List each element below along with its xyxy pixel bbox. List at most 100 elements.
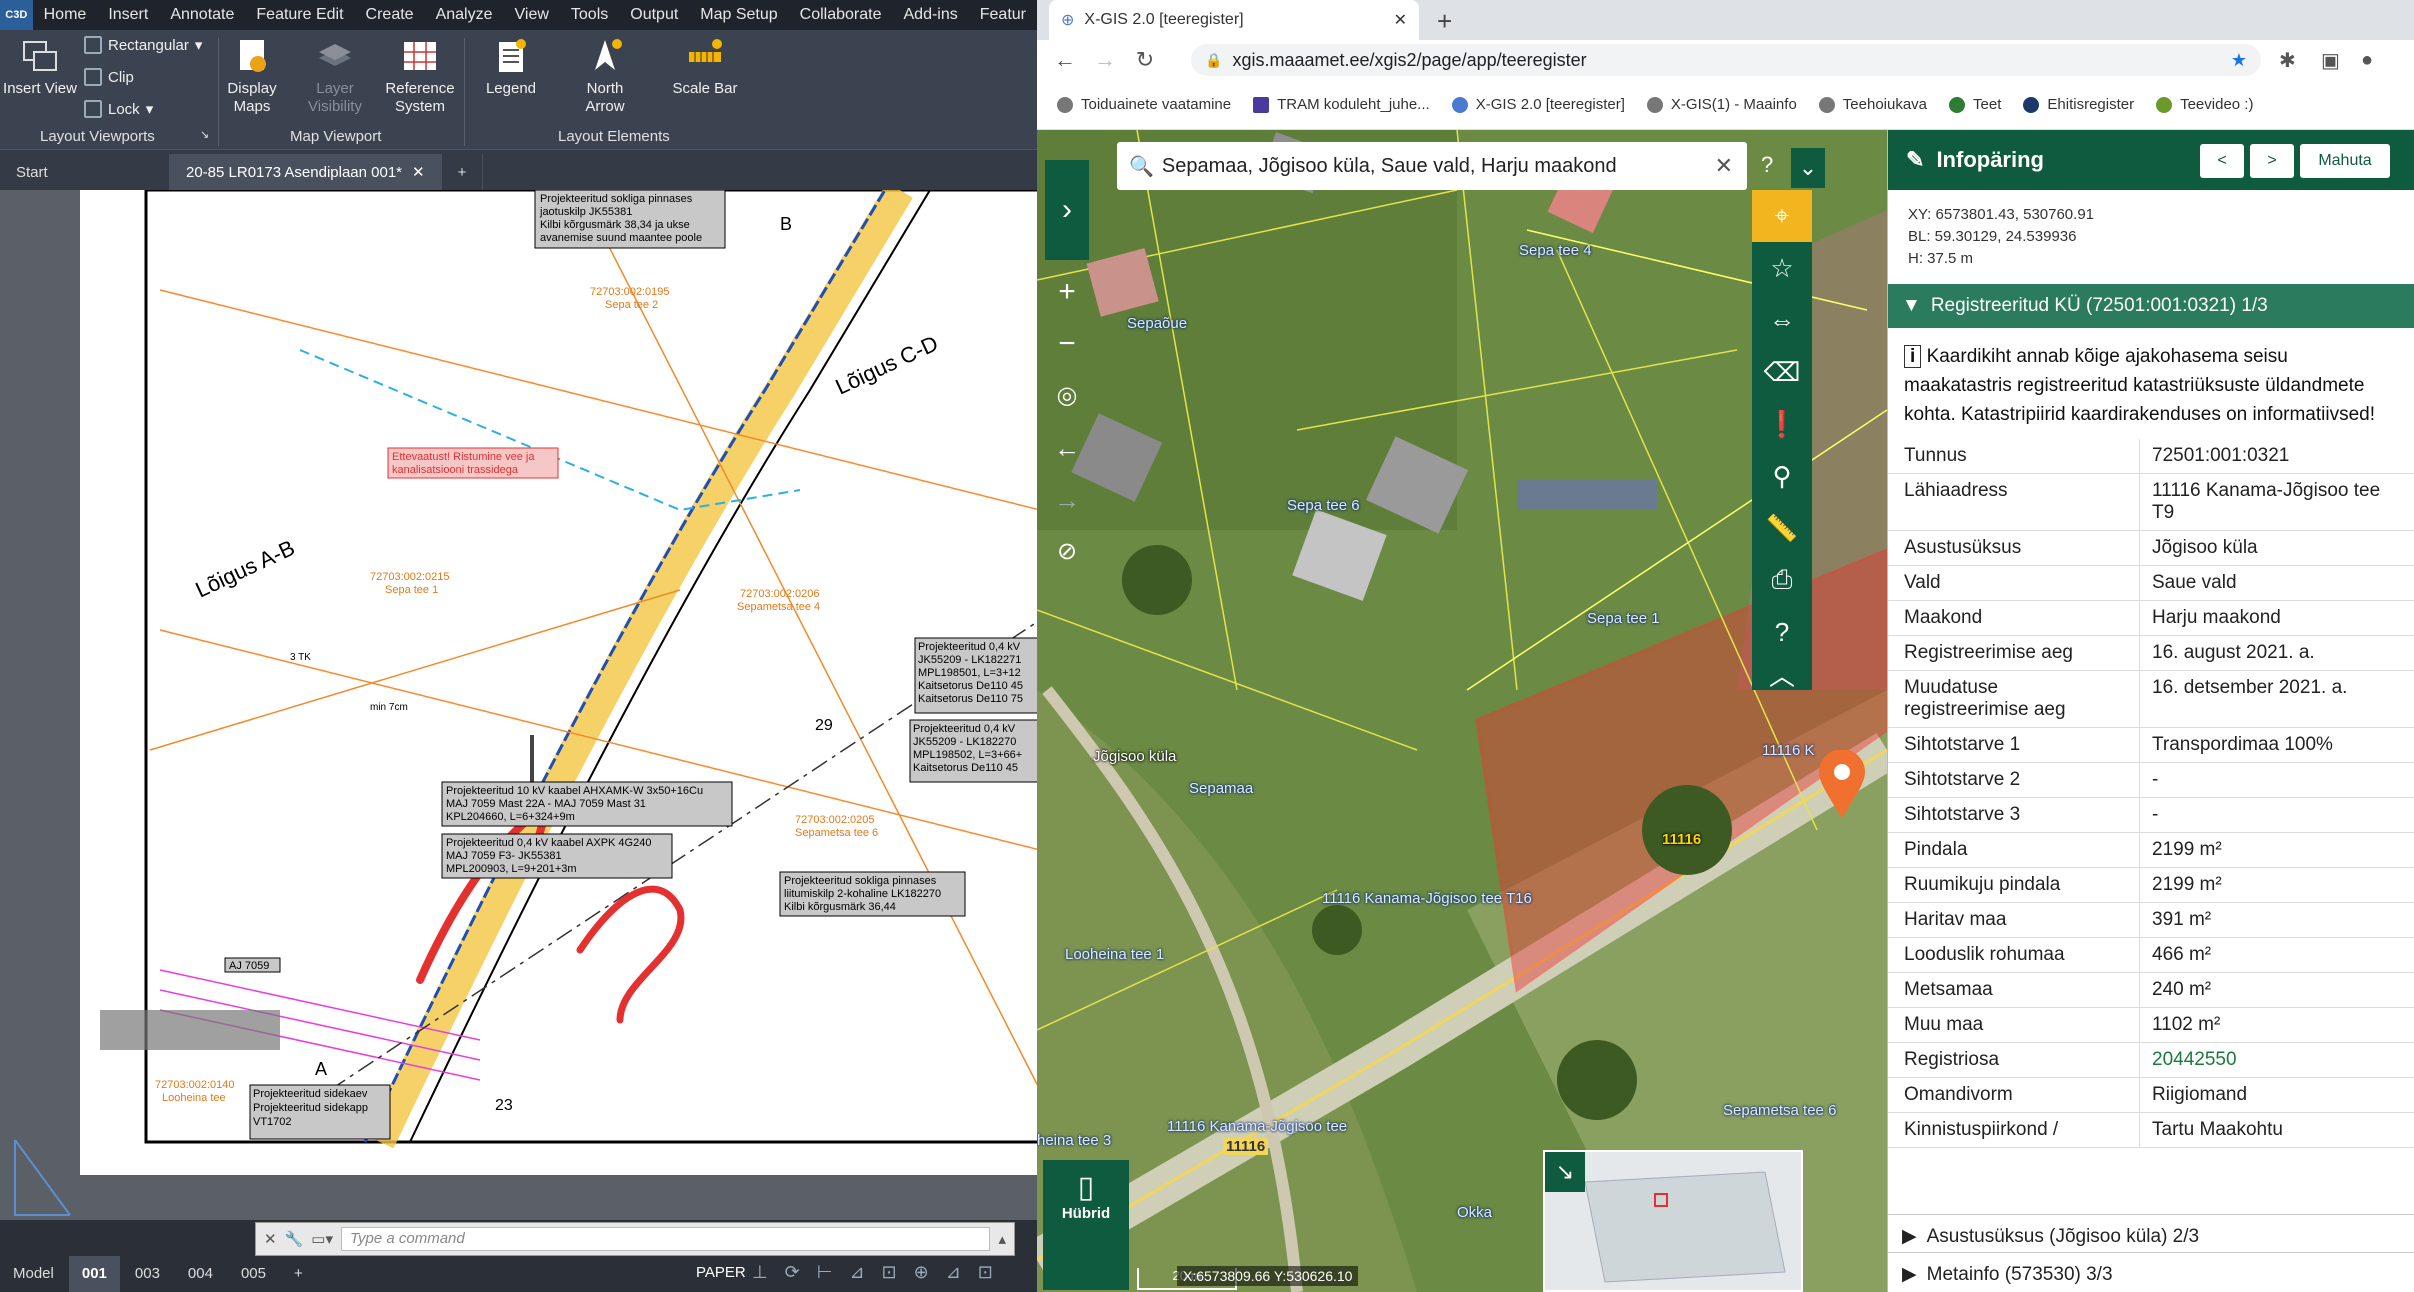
compass-icon[interactable]: ⊘ xyxy=(1045,530,1089,574)
map-marker-icon[interactable] xyxy=(1817,750,1867,820)
section-metainfo[interactable]: ▶ Metainfo (573530) 3/3 xyxy=(1888,1252,2414,1292)
wrench-icon[interactable]: 🔧 xyxy=(285,1230,304,1248)
locate-icon[interactable]: ◎ xyxy=(1045,374,1089,418)
insert-view-button[interactable]: Insert View xyxy=(0,36,80,98)
star-icon[interactable]: ☆ xyxy=(1752,242,1812,294)
menu-create[interactable]: Create xyxy=(355,0,425,30)
help-icon[interactable]: ? xyxy=(1761,152,1773,178)
bookmark-item[interactable]: TRAM koduleht_juhe... xyxy=(1253,96,1430,113)
url-field[interactable]: 🔒 xgis.maaamet.ee/xgis2/page/app/teeregi… xyxy=(1191,44,2261,76)
app-logo[interactable]: C3D xyxy=(0,0,33,30)
display-maps-button[interactable]: Display Maps xyxy=(222,36,282,116)
menu-featur[interactable]: Featur xyxy=(969,0,1037,30)
collapse-icon[interactable]: ⌄ xyxy=(1791,148,1825,188)
feedback-icon[interactable]: ❗ xyxy=(1752,398,1812,450)
rectangular-button[interactable]: Rectangular ▾ xyxy=(84,36,202,54)
chevron-up-icon[interactable]: ▴ xyxy=(998,1230,1014,1248)
reference-system-button[interactable]: Reference System xyxy=(380,36,460,116)
menu-tools[interactable]: Tools xyxy=(560,0,619,30)
lock-button[interactable]: Lock ▾ xyxy=(84,100,153,118)
drawing-canvas[interactable]: Projekteeritud sokliga pinnases jaotuski… xyxy=(0,190,1037,1220)
layer-visibility-button[interactable]: Layer Visibility xyxy=(300,36,370,116)
new-tab-button[interactable]: + xyxy=(442,154,484,190)
command-input[interactable]: Type a command xyxy=(340,1227,991,1251)
ruler-icon[interactable]: 📏 xyxy=(1752,502,1812,554)
mahuta-button[interactable]: Mahuta xyxy=(2300,144,2390,178)
reload-icon[interactable]: ↻ xyxy=(1125,47,1165,73)
sidepanel-icon[interactable]: ▣ xyxy=(2321,48,2340,73)
tab-layout-004[interactable]: 004 xyxy=(175,1256,226,1292)
bookmark-item[interactable]: Teevideo :) xyxy=(2156,96,2253,113)
menu-add-ins[interactable]: Add-ins xyxy=(893,0,969,30)
tab-layout-003[interactable]: 003 xyxy=(122,1256,173,1292)
tab-layout-005[interactable]: 005 xyxy=(228,1256,279,1292)
height-value: H: 37.5 m xyxy=(1908,250,1974,267)
back-arrow-icon[interactable]: ← xyxy=(1045,426,1089,470)
print-icon[interactable]: ⎙ xyxy=(1752,554,1812,606)
bookmark-item[interactable]: Ehitisregister xyxy=(2023,96,2134,113)
back-icon[interactable]: ← xyxy=(1045,47,1085,73)
profile-icon[interactable]: ● xyxy=(2361,49,2373,72)
clip-button[interactable]: Clip xyxy=(84,68,134,86)
status-tools-icons[interactable]: ⊥ ⟳ ⊢ ⊿ ⊡ ⊕ ⊿ ⊡ xyxy=(752,1262,999,1283)
help-icon[interactable]: ? xyxy=(1752,606,1812,658)
star-icon[interactable]: ★ xyxy=(2231,50,2261,71)
chevron-up-icon[interactable]: ︿ xyxy=(1752,658,1812,691)
scale-bar-label: Scale Bar xyxy=(672,80,738,97)
identify-tool-icon[interactable]: ⌖ xyxy=(1752,190,1812,242)
bookmark-item[interactable]: X-GIS 2.0 [teeregister] xyxy=(1451,96,1625,113)
pin-icon[interactable]: ⚲ xyxy=(1752,450,1812,502)
extensions-icon[interactable]: ✱ xyxy=(2279,48,2296,73)
bookmark-item[interactable]: Teet xyxy=(1949,96,2001,113)
basemap-switch-button[interactable]: ▯ Hübrid xyxy=(1043,1160,1129,1290)
collapse-minimap-icon[interactable]: ↘ xyxy=(1545,1152,1585,1192)
tab-layout-001[interactable]: 001 xyxy=(68,1256,120,1292)
menu-view[interactable]: View xyxy=(504,0,560,30)
map-view[interactable]: 🔍 Sepamaa, Jõgisoo küla, Saue vald, Harj… xyxy=(1037,130,1887,1292)
close-icon[interactable]: ✕ xyxy=(264,1230,277,1248)
paper-mode-label[interactable]: PAPER xyxy=(696,1264,746,1281)
new-tab-button[interactable]: + xyxy=(1437,6,1452,37)
browser-tab[interactable]: ⊕ X-GIS 2.0 [teeregister] ✕ xyxy=(1049,0,1419,40)
forward-arrow-icon[interactable]: → xyxy=(1045,478,1089,522)
bookmark-item[interactable]: Teehoiukava xyxy=(1818,96,1927,113)
map-search-input[interactable]: Sepamaa, Jõgisoo küla, Saue vald, Harju … xyxy=(1162,155,1707,178)
close-icon[interactable]: ✕ xyxy=(1715,153,1747,179)
next-button[interactable]: > xyxy=(2250,144,2294,178)
overview-minimap[interactable]: ↘ xyxy=(1543,1150,1803,1292)
prev-button[interactable]: < xyxy=(2200,144,2244,178)
scale-bar-button[interactable]: Scale Bar xyxy=(670,36,740,98)
eraser-icon[interactable]: ⌫ xyxy=(1752,346,1812,398)
legend-button[interactable]: Legend xyxy=(476,36,546,98)
close-icon[interactable]: ✕ xyxy=(412,163,425,181)
address-bar: ← → ↻ 🔒 xgis.maaamet.ee/xgis2/page/app/t… xyxy=(1037,40,2414,80)
zoom-out-icon[interactable]: − xyxy=(1045,322,1089,366)
menu-collaborate[interactable]: Collaborate xyxy=(789,0,893,30)
attribute-value[interactable]: 20442550 xyxy=(2140,1043,2414,1077)
bookmark-item[interactable]: X-GIS(1) - Maainfo xyxy=(1646,96,1797,113)
compare-icon[interactable]: ⇔ xyxy=(1752,294,1812,346)
menu-output[interactable]: Output xyxy=(619,0,689,30)
north-arrow-button[interactable]: North Arrow xyxy=(570,36,640,116)
menu-annotate[interactable]: Annotate xyxy=(159,0,245,30)
menu-map-setup[interactable]: Map Setup xyxy=(689,0,788,30)
menu-feature-edit[interactable]: Feature Edit xyxy=(245,0,354,30)
dialog-launcher-icon[interactable]: ↘ xyxy=(200,128,209,141)
add-layout-button[interactable]: + xyxy=(281,1256,316,1292)
command-line: ✕ 🔧 ▭▾ Type a command ▴ xyxy=(255,1222,1015,1256)
tab-model[interactable]: Model xyxy=(0,1256,67,1292)
zoom-in-icon[interactable]: + xyxy=(1045,270,1089,314)
info-note: i Kaardikiht annab kõige ajakohasema sei… xyxy=(1888,328,2414,439)
forward-icon[interactable]: → xyxy=(1085,47,1125,73)
tab-start[interactable]: Start xyxy=(0,154,170,190)
section-registered-parcel[interactable]: ▼ Registreeritud KÜ (72501:001:0321) 1/3 xyxy=(1888,284,2414,328)
command-history-icon[interactable]: ▭▾ xyxy=(311,1230,333,1248)
menu-insert[interactable]: Insert xyxy=(97,0,159,30)
bookmark-item[interactable]: Toiduainete vaatamine xyxy=(1057,96,1231,113)
close-icon[interactable]: ✕ xyxy=(1394,10,1407,30)
expand-panel-icon[interactable]: › xyxy=(1045,160,1089,260)
map-search-box[interactable]: 🔍 Sepamaa, Jõgisoo küla, Saue vald, Harj… xyxy=(1117,142,1747,190)
tab-file[interactable]: 20-85 LR0173 Asendiplaan 001* ✕ xyxy=(170,154,442,190)
menu-home[interactable]: Home xyxy=(33,0,98,30)
menu-analyze[interactable]: Analyze xyxy=(425,0,504,30)
